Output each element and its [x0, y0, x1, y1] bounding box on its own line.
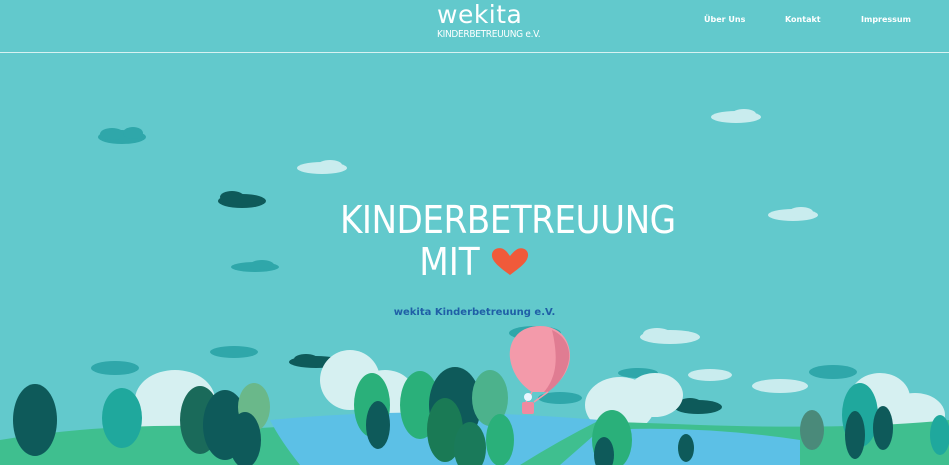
hero-line-1: KINDERBETREUUNG	[340, 198, 676, 242]
logo-wordmark: wekita	[437, 0, 523, 29]
nav-link-impressum[interactable]: Impressum	[861, 15, 911, 24]
hero-headline: KINDERBETREUUNG MIT	[340, 198, 676, 284]
hero-subtitle: wekita Kinderbetreuung e.V.	[393, 307, 556, 318]
site-logo[interactable]: wekita KINDERBETREUUNG e.V.	[437, 0, 541, 41]
heart-icon	[491, 248, 528, 275]
hero-line-2: MIT	[419, 240, 480, 284]
nav-link-kontakt[interactable]: Kontakt	[785, 15, 821, 24]
logo-subtitle: KINDERBETREUUNG e.V.	[437, 29, 541, 40]
nav-link-ueber-uns[interactable]: Über Uns	[704, 15, 745, 24]
site-header: wekita KINDERBETREUUNG e.V. Über Uns Kon…	[0, 0, 949, 53]
